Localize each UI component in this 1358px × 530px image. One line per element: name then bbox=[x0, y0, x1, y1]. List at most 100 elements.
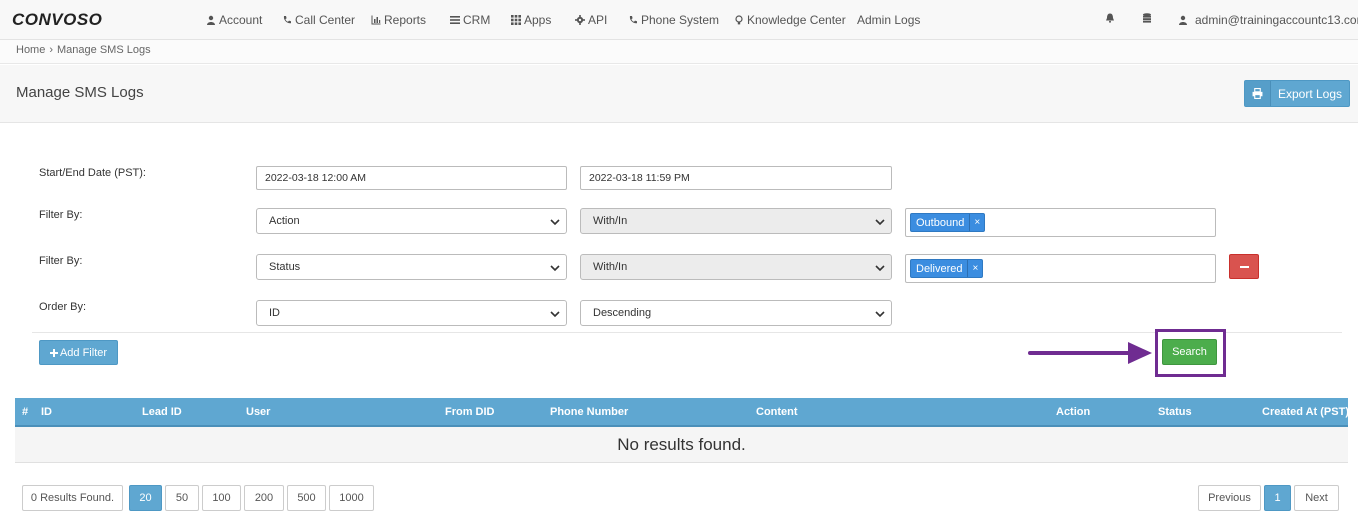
phone-icon bbox=[282, 15, 292, 25]
user-menu[interactable]: admin@trainingaccountc13.com bbox=[1178, 13, 1358, 27]
next-page-button[interactable]: Next bbox=[1294, 485, 1339, 511]
order-by-label: Order By: bbox=[39, 301, 87, 313]
page-size-500[interactable]: 500 bbox=[287, 485, 326, 511]
results-count: 0 Results Found. bbox=[22, 485, 123, 511]
nav-call-center[interactable]: Call Center bbox=[282, 13, 355, 27]
tag-remove-icon[interactable]: × bbox=[969, 214, 984, 231]
filter1-values-input[interactable]: Outbound × bbox=[905, 208, 1216, 237]
page-size-200[interactable]: 200 bbox=[244, 485, 284, 511]
nav-reports[interactable]: Reports bbox=[371, 13, 426, 27]
chevron-down-icon bbox=[875, 265, 885, 272]
chevron-down-icon bbox=[550, 265, 560, 272]
order-field-select[interactable]: ID bbox=[256, 300, 567, 326]
export-logs-label: Export Logs bbox=[1277, 86, 1343, 101]
filter2-label: Filter By: bbox=[39, 255, 83, 267]
bell-icon bbox=[1105, 13, 1115, 23]
page-title: Manage SMS Logs bbox=[16, 84, 144, 101]
chevron-down-icon bbox=[875, 311, 885, 318]
grid-icon bbox=[511, 15, 521, 25]
filter2-operator-value: With/In bbox=[593, 261, 628, 273]
start-date-input[interactable]: 2022-03-18 12:00 AM bbox=[256, 166, 567, 190]
user-icon bbox=[206, 15, 216, 25]
page-1-button[interactable]: 1 bbox=[1264, 485, 1291, 511]
order-field-value: ID bbox=[269, 307, 280, 319]
nav-api-label: API bbox=[588, 13, 608, 27]
filter1-operator-select[interactable]: With/In bbox=[580, 208, 892, 234]
date-range-label: Start/End Date (PST): bbox=[39, 167, 146, 179]
nav-api[interactable]: API bbox=[575, 13, 607, 27]
tag-label: Delivered bbox=[916, 262, 963, 275]
breadcrumb-home[interactable]: Home bbox=[16, 44, 45, 56]
user-email: admin@trainingaccountc13.com bbox=[1195, 13, 1358, 27]
page-size-100[interactable]: 100 bbox=[202, 485, 241, 511]
nav-admin-logs[interactable]: Admin Logs bbox=[857, 13, 920, 27]
top-navbar: CONVOSO Account Call Center Reports CRM … bbox=[0, 0, 1358, 40]
nav-crm-label: CRM bbox=[463, 13, 491, 27]
annotation-arrow bbox=[1028, 342, 1152, 364]
lightbulb-icon bbox=[734, 15, 744, 25]
add-filter-button[interactable]: Add Filter bbox=[39, 340, 118, 365]
nav-knowledge-center-label: Knowledge Center bbox=[747, 13, 846, 27]
add-filter-label: Add Filter bbox=[59, 346, 108, 359]
page-size-50[interactable]: 50 bbox=[165, 485, 199, 511]
tag-remove-icon[interactable]: × bbox=[967, 260, 982, 277]
col-id[interactable]: ID bbox=[41, 406, 52, 418]
plus-icon bbox=[49, 348, 58, 357]
filter1-tag-outbound: Outbound × bbox=[910, 213, 986, 232]
database-button[interactable] bbox=[1142, 13, 1152, 23]
col-content[interactable]: Content bbox=[756, 406, 798, 418]
filter1-operator-value: With/In bbox=[593, 215, 628, 227]
col-from-did[interactable]: From DID bbox=[445, 406, 495, 418]
col-index[interactable]: # bbox=[22, 406, 28, 418]
previous-page-button[interactable]: Previous bbox=[1198, 485, 1261, 511]
col-status[interactable]: Status bbox=[1158, 406, 1192, 418]
order-direction-select[interactable]: Descending bbox=[580, 300, 892, 326]
table-header: # ID Lead ID User From DID Phone Number … bbox=[15, 398, 1349, 427]
gear-icon bbox=[575, 15, 585, 25]
filter2-field-value: Status bbox=[269, 261, 301, 273]
form-divider bbox=[32, 332, 1342, 333]
empty-table-message: No results found. bbox=[15, 427, 1348, 463]
page-header: Manage SMS Logs Export Logs bbox=[0, 65, 1358, 123]
database-icon bbox=[1142, 13, 1152, 23]
chevron-down-icon bbox=[550, 219, 560, 226]
tag-label: Outbound bbox=[916, 216, 965, 229]
filter2-field-select[interactable]: Status bbox=[256, 254, 567, 280]
nav-account[interactable]: Account bbox=[206, 13, 262, 27]
notifications-button[interactable] bbox=[1105, 13, 1115, 23]
nav-call-center-label: Call Center bbox=[295, 13, 356, 27]
col-user[interactable]: User bbox=[246, 406, 270, 418]
nav-crm[interactable]: CRM bbox=[450, 13, 490, 27]
col-action[interactable]: Action bbox=[1056, 406, 1090, 418]
end-date-input[interactable]: 2022-03-18 11:59 PM bbox=[580, 166, 892, 190]
filter1-label: Filter By: bbox=[39, 209, 83, 221]
breadcrumb: Home › Manage SMS Logs bbox=[0, 40, 1358, 64]
export-logs-button[interactable]: Export Logs bbox=[1244, 80, 1350, 107]
nav-admin-logs-label: Admin Logs bbox=[857, 13, 921, 27]
filter2-values-input[interactable]: Delivered × bbox=[905, 254, 1216, 283]
nav-phone-system[interactable]: Phone System bbox=[628, 13, 719, 27]
list-icon bbox=[450, 15, 460, 25]
convoso-logo[interactable]: CONVOSO bbox=[12, 10, 102, 30]
col-lead-id[interactable]: Lead ID bbox=[142, 406, 182, 418]
chevron-down-icon bbox=[550, 311, 560, 318]
nav-knowledge-center[interactable]: Knowledge Center bbox=[734, 13, 846, 27]
chevron-down-icon bbox=[875, 219, 885, 226]
bar-chart-icon bbox=[371, 15, 381, 25]
nav-apps-label: Apps bbox=[524, 13, 552, 27]
search-button[interactable]: Search bbox=[1162, 339, 1217, 365]
nav-apps[interactable]: Apps bbox=[511, 13, 551, 27]
nav-phone-system-label: Phone System bbox=[641, 13, 720, 27]
remove-filter-button[interactable] bbox=[1229, 254, 1259, 279]
filter2-operator-select[interactable]: With/In bbox=[580, 254, 892, 280]
breadcrumb-separator: › bbox=[49, 44, 54, 56]
filter1-field-select[interactable]: Action bbox=[256, 208, 567, 234]
breadcrumb-current: Manage SMS Logs bbox=[57, 44, 151, 56]
nav-reports-label: Reports bbox=[384, 13, 427, 27]
col-phone-number[interactable]: Phone Number bbox=[550, 406, 628, 418]
printer-icon bbox=[1245, 81, 1271, 106]
page-size-20[interactable]: 20 bbox=[129, 485, 162, 511]
order-direction-value: Descending bbox=[593, 307, 652, 319]
col-created-at[interactable]: Created At (PST) bbox=[1262, 406, 1349, 418]
page-size-1000[interactable]: 1000 bbox=[329, 485, 374, 511]
